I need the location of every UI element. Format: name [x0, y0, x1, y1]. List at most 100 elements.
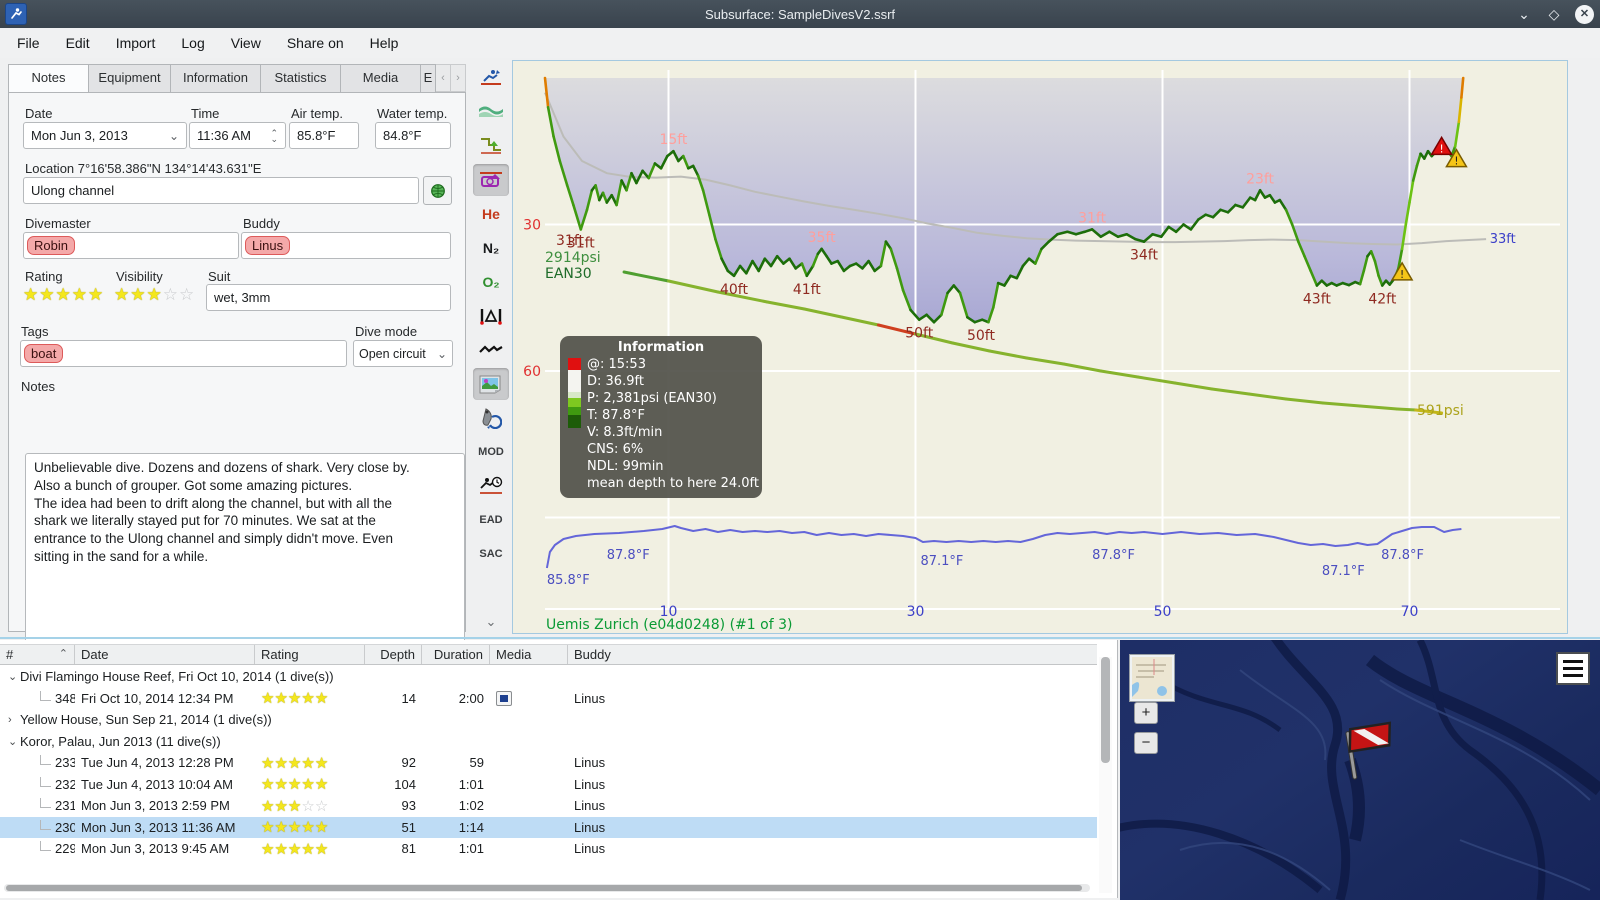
star-filled-icon[interactable]: ★ — [315, 690, 328, 707]
star-filled-icon[interactable]: ★ — [261, 755, 274, 772]
nitrogen-graph-icon[interactable]: N₂ — [473, 232, 509, 264]
tank-bar-icon[interactable] — [473, 402, 509, 434]
column-header-rating[interactable]: Rating — [255, 645, 365, 664]
dive-row-233[interactable]: 233 Tue Jun 4, 2013 12:28 PM ★★★★★ 92 59 Linu… — [0, 752, 1097, 774]
tab-equipment[interactable]: Equipment — [88, 64, 170, 92]
star-filled-icon[interactable]: ★ — [39, 285, 55, 304]
divemaster-input[interactable]: Robin — [23, 232, 239, 259]
map-zoom-in-button[interactable]: + — [1134, 702, 1158, 724]
menu-view[interactable]: View — [218, 31, 274, 55]
deco-info-icon[interactable] — [473, 470, 509, 502]
star-filled-icon[interactable]: ★ — [274, 755, 287, 772]
column-header-duration[interactable]: Duration — [422, 645, 490, 664]
buddy-input[interactable]: Linus — [241, 232, 451, 259]
star-filled-icon[interactable]: ★ — [288, 776, 301, 793]
tags-input[interactable]: boat — [20, 340, 347, 367]
rating-stars[interactable]: ★★★★★ — [23, 285, 104, 305]
divemaster-tag[interactable]: Robin — [27, 236, 75, 255]
dive-list-horizontal-scrollbar[interactable] — [4, 884, 1090, 892]
star-filled-icon[interactable]: ★ — [130, 285, 146, 304]
menu-help[interactable]: Help — [357, 31, 412, 55]
menu-file[interactable]: File — [4, 31, 53, 55]
star-filled-icon[interactable]: ★ — [56, 285, 72, 304]
tab-statistics[interactable]: Statistics — [260, 64, 340, 92]
toolbar-scroll-down-icon[interactable]: ⌄ — [470, 614, 512, 630]
dc-ceiling-icon[interactable] — [473, 164, 509, 196]
tab-scroll-right-icon[interactable]: › — [451, 64, 466, 92]
dive-list-header[interactable]: # ⌃ Date Rating Depth Duration Media Buddy — [0, 644, 1097, 665]
star-empty-icon[interactable]: ☆ — [163, 285, 179, 304]
media-thumbnail-icon[interactable] — [496, 691, 512, 707]
star-filled-icon[interactable]: ★ — [147, 285, 163, 304]
star-empty-icon[interactable]: ☆ — [179, 285, 195, 304]
menu-edit[interactable]: Edit — [53, 31, 103, 55]
minimize-icon[interactable]: ⌄ — [1515, 6, 1533, 23]
star-filled-icon[interactable]: ★ — [288, 819, 301, 836]
location-input[interactable]: Ulong channel — [23, 177, 419, 204]
dive-mode-select[interactable]: Open circuit ⌄ — [353, 340, 453, 367]
dive-row-231[interactable]: 231 Mon Jun 3, 2013 2:59 PM ★★★☆☆ 93 1:02 Lin… — [0, 795, 1097, 817]
star-filled-icon[interactable]: ★ — [274, 798, 287, 815]
star-filled-icon[interactable]: ★ — [301, 776, 314, 793]
star-filled-icon[interactable]: ★ — [301, 755, 314, 772]
trip-row[interactable]: ⌄ Divi Flamingo House Reef, Fri Oct 10, 2… — [0, 666, 1097, 688]
star-filled-icon[interactable]: ★ — [315, 841, 328, 858]
star-filled-icon[interactable]: ★ — [301, 819, 314, 836]
star-empty-icon[interactable]: ☆ — [315, 798, 328, 815]
dive-row-348[interactable]: 348 Fri Oct 10, 2014 12:34 PM ★★★★★ 14 2:00 L… — [0, 688, 1097, 710]
star-filled-icon[interactable]: ★ — [261, 690, 274, 707]
buddy-tag[interactable]: Linus — [245, 236, 291, 255]
dive-row-229[interactable]: 229 Mon Jun 3, 2013 9:45 AM ★★★★★ 81 1:01 Lin… — [0, 838, 1097, 860]
tab-information[interactable]: Information — [170, 64, 260, 92]
mod-icon[interactable]: MOD — [473, 436, 509, 468]
column-header-depth[interactable]: Depth — [365, 645, 422, 664]
column-header-buddy[interactable]: Buddy — [568, 645, 1097, 664]
menu-share-on[interactable]: Share on — [274, 31, 357, 55]
chevron-down-icon[interactable]: ⌄ — [0, 735, 20, 748]
menu-log[interactable]: Log — [168, 31, 217, 55]
chevron-down-icon[interactable]: ⌄ — [0, 670, 20, 683]
star-filled-icon[interactable]: ★ — [72, 285, 88, 304]
time-input[interactable]: 11:36 AM ⌃ ⌄ — [189, 122, 286, 149]
splitter[interactable] — [0, 637, 1600, 639]
column-header-date[interactable]: Date — [75, 645, 255, 664]
chevron-right-icon[interactable]: › — [0, 714, 20, 726]
star-filled-icon[interactable]: ★ — [261, 776, 274, 793]
oxygen-graph-icon[interactable]: O₂ — [473, 266, 509, 298]
tab-media[interactable]: Media — [340, 64, 420, 92]
dive-list-vertical-scrollbar[interactable] — [1099, 657, 1112, 893]
map-menu-button[interactable] — [1556, 652, 1590, 685]
visibility-stars[interactable]: ★★★☆☆ — [114, 285, 195, 305]
star-filled-icon[interactable]: ★ — [288, 798, 301, 815]
star-filled-icon[interactable]: ★ — [261, 798, 274, 815]
star-filled-icon[interactable]: ★ — [288, 755, 301, 772]
star-filled-icon[interactable]: ★ — [301, 841, 314, 858]
star-filled-icon[interactable]: ★ — [288, 841, 301, 858]
water-temp-input[interactable]: 84.8°F — [375, 122, 451, 149]
star-filled-icon[interactable]: ★ — [88, 285, 104, 304]
star-filled-icon[interactable]: ★ — [274, 819, 287, 836]
star-empty-icon[interactable]: ☆ — [301, 798, 314, 815]
dive-site-map[interactable]: + − — [1120, 640, 1600, 900]
star-filled-icon[interactable]: ★ — [23, 285, 39, 304]
star-filled-icon[interactable]: ★ — [274, 690, 287, 707]
dive-row-230[interactable]: 230 Mon Jun 3, 2013 11:36 AM ★★★★★ 51 1:14 Li… — [0, 816, 1097, 838]
dive-row-232[interactable]: 232 Tue Jun 4, 2013 10:04 AM ★★★★★ 104 1:01 L… — [0, 774, 1097, 796]
star-filled-icon[interactable]: ★ — [261, 841, 274, 858]
setpoint-icon[interactable] — [473, 300, 509, 332]
star-filled-icon[interactable]: ★ — [274, 776, 287, 793]
tab-e[interactable]: E — [420, 64, 436, 92]
time-spinner-icon[interactable]: ⌃ ⌄ — [270, 128, 278, 143]
ead-icon[interactable]: EAD — [473, 504, 509, 536]
star-filled-icon[interactable]: ★ — [274, 841, 287, 858]
tab-scroll-left-icon[interactable]: ‹ — [436, 64, 451, 92]
star-filled-icon[interactable]: ★ — [315, 819, 328, 836]
star-filled-icon[interactable]: ★ — [261, 819, 274, 836]
star-filled-icon[interactable]: ★ — [315, 755, 328, 772]
map-overview-thumbnail[interactable] — [1129, 654, 1175, 702]
trip-row[interactable]: › Yellow House, Sun Sep 21, 2014 (1 dive(… — [0, 709, 1097, 731]
star-filled-icon[interactable]: ★ — [301, 690, 314, 707]
sac-icon[interactable]: SAC — [473, 538, 509, 570]
dive-profile-icon[interactable] — [473, 62, 509, 94]
globe-button[interactable] — [423, 176, 452, 205]
